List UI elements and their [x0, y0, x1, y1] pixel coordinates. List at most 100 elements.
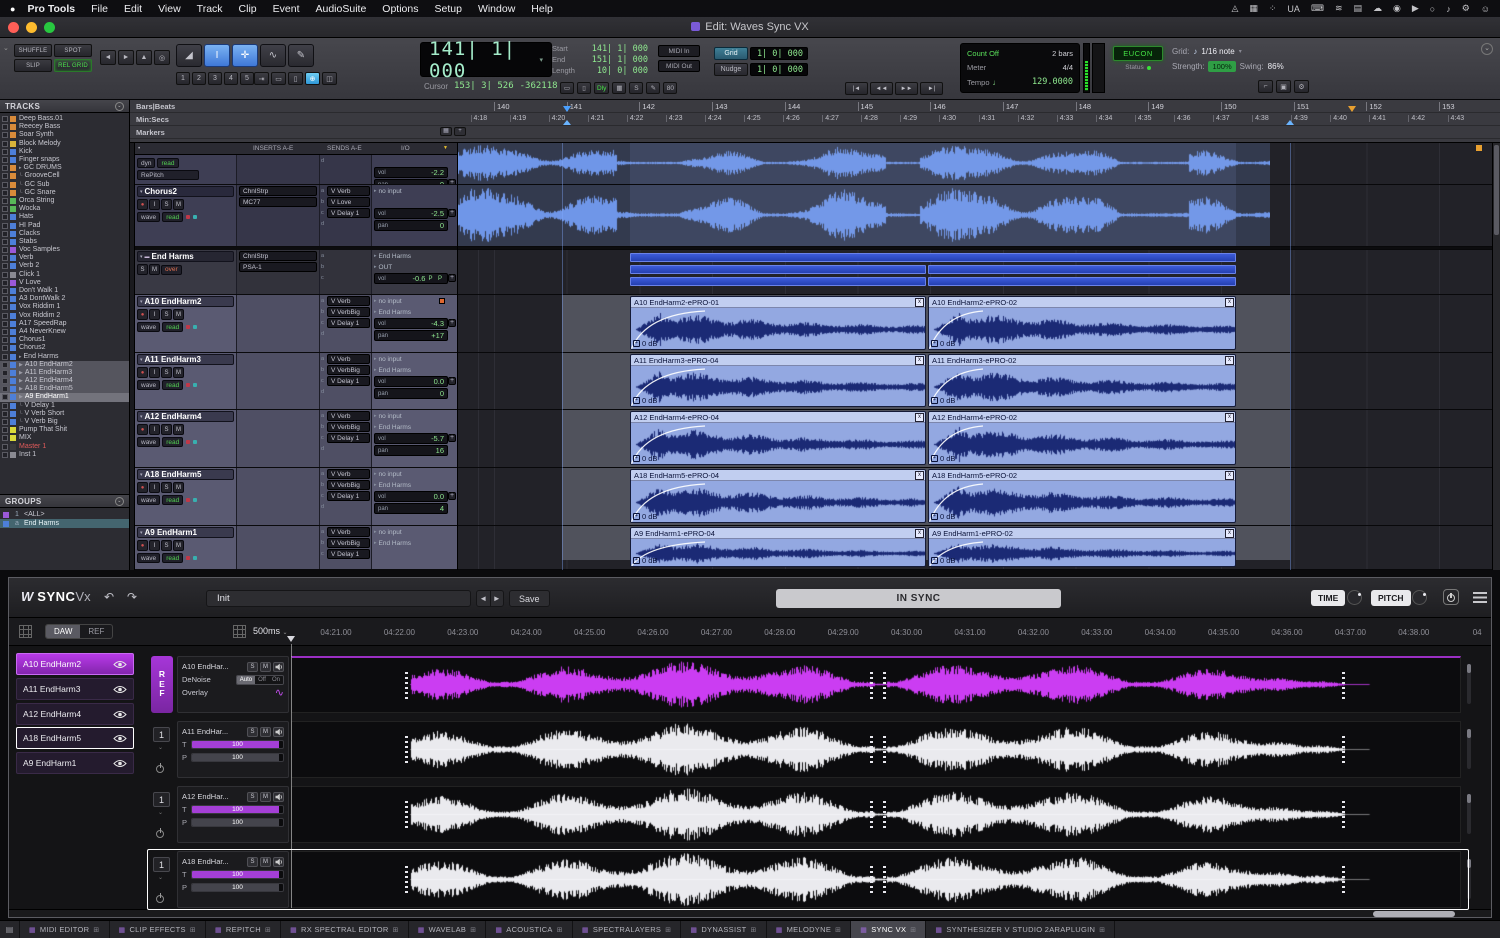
- nudge-value-selector[interactable]: Nudge: [714, 63, 748, 76]
- plugin-menu-icon[interactable]: [1473, 592, 1487, 603]
- sends-expand-button[interactable]: +: [448, 319, 456, 327]
- sidebar-track-v-verb-short[interactable]: └V Verb Short: [0, 410, 129, 418]
- track-show-checkbox[interactable]: [2, 239, 8, 245]
- lane-power-button[interactable]: [155, 763, 166, 774]
- sidebar-track-verb[interactable]: Verb: [0, 254, 129, 262]
- clip-gain-display[interactable]: +0 dB: [633, 454, 657, 463]
- clip-gain-display[interactable]: +0 dB: [633, 556, 657, 565]
- track-collapse-arrow[interactable]: ▾: [140, 357, 143, 363]
- clip-lane-a9-endharm1[interactable]: A9 EndHarm1-ePRO-04+0 dBxA9 EndHarm1-ePR…: [458, 526, 1492, 570]
- clip-lane-a12-endharm4[interactable]: A12 EndHarm4-ePRO-04+0 dBxA12 EndHarm4-e…: [458, 410, 1492, 468]
- mode-slip[interactable]: SLIP: [14, 59, 52, 72]
- track-show-checkbox[interactable]: [2, 223, 8, 229]
- lane-waveform-a18-endhar[interactable]: [291, 851, 1461, 908]
- waveform-lane-partial-track[interactable]: [458, 143, 1492, 185]
- audio-clip-a18-endharm5-epro-04[interactable]: A18 EndHarm5-ePRO-04+0 dBx: [630, 469, 926, 523]
- eucon-badge[interactable]: EUCON: [1113, 46, 1163, 61]
- denoise-option-on[interactable]: On: [269, 676, 283, 684]
- send-v-verb[interactable]: V Verb: [327, 186, 370, 196]
- track-show-checkbox[interactable]: [2, 419, 8, 425]
- zoom-preset-3[interactable]: 3: [208, 72, 222, 85]
- meter-value[interactable]: 4/4: [1063, 63, 1073, 72]
- add-marker-button[interactable]: +: [454, 127, 466, 136]
- plugin-track-a11-endharm3[interactable]: A11 EndHarm3: [16, 678, 134, 700]
- sidebar-track-master-1[interactable]: Master 1: [0, 443, 129, 451]
- eye-visibility-icon[interactable]: [113, 734, 127, 743]
- denoise-option-auto[interactable]: Auto: [237, 676, 255, 684]
- track-collapse-arrow[interactable]: ▾: [140, 254, 143, 260]
- track-show-checkbox[interactable]: [2, 362, 8, 368]
- lane-solo-button[interactable]: S: [247, 662, 258, 672]
- clip-gain-display[interactable]: +0 dB: [931, 556, 955, 565]
- track-name-strip[interactable]: ▾A18 EndHarm5: [137, 469, 234, 480]
- keyboard-icon[interactable]: ⌨: [1311, 3, 1324, 14]
- track-view-selector[interactable]: dyn: [137, 158, 155, 168]
- sidebar-track-a18-endharm5[interactable]: ▶A18 EndHarm5: [0, 385, 129, 393]
- return-to-zero[interactable]: |◄: [845, 82, 868, 95]
- daw-view-button[interactable]: DAW: [46, 625, 80, 638]
- sidebar-track-hats[interactable]: Hats: [0, 213, 129, 221]
- fade-handle-icon[interactable]: x: [915, 356, 924, 365]
- save-preset-button[interactable]: Save: [509, 590, 550, 607]
- record-dot-icon[interactable]: ◉: [1393, 3, 1401, 14]
- automation-mode[interactable]: read: [162, 380, 183, 390]
- scrubber-tool[interactable]: ∿: [260, 44, 286, 67]
- swing-value[interactable]: 86%: [1268, 62, 1284, 71]
- mute-button[interactable]: M: [173, 367, 184, 378]
- track-header-chorus2[interactable]: ▾Chorus2●ISMwavereadChnlStrpMC77aV Verbb…: [135, 185, 457, 247]
- signal-icon[interactable]: ≋: [1335, 3, 1343, 14]
- track-show-checkbox[interactable]: [2, 321, 8, 327]
- t-slider[interactable]: 100: [191, 805, 284, 814]
- mute-button[interactable]: M: [173, 309, 184, 320]
- track-show-checkbox[interactable]: [2, 198, 8, 204]
- audio-clip-a12-endharm4-epro-04[interactable]: A12 EndHarm4-ePRO-04+0 dBx: [630, 411, 926, 465]
- menu-item-pro-tools[interactable]: Pro Tools: [19, 3, 83, 15]
- preset-next-button[interactable]: ►: [491, 591, 504, 606]
- record-arm-button[interactable]: ●: [137, 424, 148, 435]
- display-icon[interactable]: ▤: [1353, 3, 1362, 14]
- sidebar-track-hi-pad[interactable]: HI Pad: [0, 221, 129, 229]
- gear-icon[interactable]: ⚙: [1294, 80, 1309, 93]
- solo-button[interactable]: S: [161, 199, 172, 210]
- automation-mode[interactable]: over: [161, 265, 182, 275]
- sidebar-track-finger-snaps[interactable]: Finger snaps: [0, 156, 129, 164]
- mode-rel-grid[interactable]: REL GRID: [54, 59, 92, 72]
- elastic-audio-plugin[interactable]: RePitch: [137, 170, 199, 180]
- lane-expand-chevron[interactable]: ⌄: [158, 874, 163, 881]
- fade-handle-icon[interactable]: x: [1225, 471, 1234, 480]
- io-input[interactable]: ▸no input: [374, 186, 456, 196]
- min-secs-ruler[interactable]: Min:Secs4:184:194:204:214:224:234:244:25…: [130, 113, 1500, 126]
- clip-gain-display[interactable]: +0 dB: [931, 512, 955, 521]
- p-slider[interactable]: 100: [191, 883, 284, 892]
- automation-mode[interactable]: read: [162, 553, 183, 563]
- sends-expand-button[interactable]: +: [448, 492, 456, 500]
- eye-visibility-icon[interactable]: [113, 660, 127, 669]
- track-show-checkbox[interactable]: [2, 116, 8, 122]
- track-show-checkbox[interactable]: [2, 304, 8, 310]
- mute-button[interactable]: M: [173, 199, 184, 210]
- mute-button[interactable]: M: [173, 482, 184, 493]
- solo-button[interactable]: S: [161, 424, 172, 435]
- send-v-verb[interactable]: V Verb: [327, 296, 370, 306]
- ref-lane-tab[interactable]: R E F: [151, 656, 173, 713]
- input-monitor-button[interactable]: I: [149, 367, 160, 378]
- clip-lane-a10-endharm2[interactable]: A10 EndHarm2-ePRO-01+0 dBxA10 EndHarm2-e…: [458, 295, 1492, 353]
- io-input[interactable]: ▸no input: [374, 354, 456, 364]
- menu-item-edit[interactable]: Edit: [116, 3, 150, 15]
- lane-speaker-button[interactable]: [273, 727, 284, 737]
- sidebar-track-gc-sub[interactable]: └GC Sub: [0, 181, 129, 189]
- zoom-preset-1[interactable]: 1: [176, 72, 190, 85]
- audio-clip-a11-endharm3-epro-04[interactable]: A11 EndHarm3-ePRO-04+0 dBx: [630, 354, 926, 407]
- menu-item-window[interactable]: Window: [470, 3, 523, 15]
- sidebar-track-a10-endharm2[interactable]: ▶A10 EndHarm2: [0, 361, 129, 369]
- strength-value[interactable]: 100%: [1208, 61, 1235, 72]
- tracks-panel-menu[interactable]: ⌄: [115, 102, 124, 111]
- menu-item-event[interactable]: Event: [265, 3, 308, 15]
- go-to-end[interactable]: ►|: [920, 82, 943, 95]
- pencil-indicator[interactable]: ✎: [646, 82, 660, 94]
- pan-display[interactable]: pan16: [374, 445, 448, 456]
- bars-beats-ruler[interactable]: Bars|Beats140141142143144145146147148149…: [130, 100, 1500, 113]
- track-name-strip[interactable]: ▾A12 EndHarm4: [137, 411, 234, 422]
- track-collapse-arrow[interactable]: ▾: [140, 472, 143, 478]
- track-header-item[interactable]: dynreadRePitchdvol-2.2pan0+: [135, 155, 457, 185]
